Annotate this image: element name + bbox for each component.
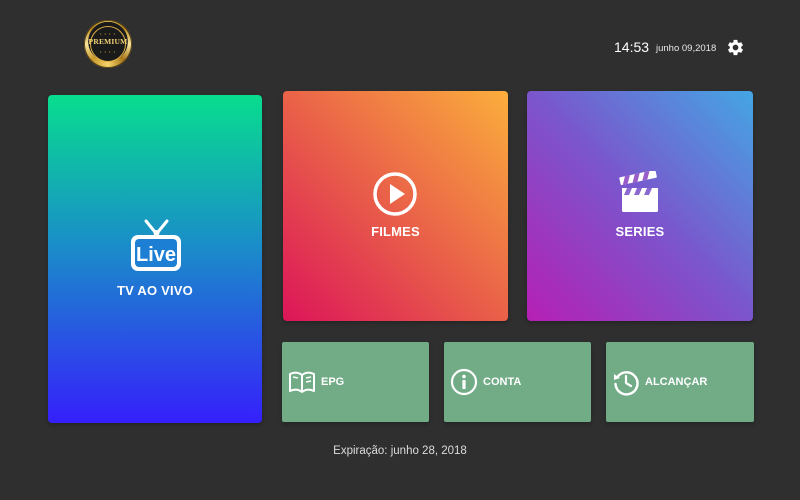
live-tv-icon: Live xyxy=(131,219,181,271)
logo-text: PREMIUM xyxy=(88,37,128,46)
clock-time: 14:53 xyxy=(614,39,650,55)
history-icon xyxy=(614,371,639,396)
expiration-label: Expiração: xyxy=(333,445,388,457)
tile-series[interactable]: SERIES xyxy=(527,91,753,321)
live-badge-text: Live xyxy=(136,244,176,266)
home-screen: • • • • PREMIUM • • • • 14:53 junho 09,2… xyxy=(0,0,800,500)
tile-conta[interactable]: CONTA xyxy=(444,342,591,422)
tile-label-conta: CONTA xyxy=(483,376,522,388)
tile-label-tv-ao-vivo: TV AO VIVO xyxy=(117,283,193,298)
tile-label-alcancar: ALCANÇAR xyxy=(645,376,708,388)
tile-label-filmes: FILMES xyxy=(371,224,420,239)
clock-date: junho 09,2018 xyxy=(656,43,717,54)
play-circle-icon xyxy=(373,172,417,216)
tile-filmes[interactable]: FILMES xyxy=(283,91,508,321)
book-icon xyxy=(289,371,315,393)
tile-label-epg: EPG xyxy=(321,376,345,388)
expiration-info: Expiração: junho 28, 2018 xyxy=(0,445,800,457)
tile-alcancar[interactable]: ALCANÇAR xyxy=(606,342,754,422)
logo-dots-top: • • • • xyxy=(100,31,116,36)
premium-logo: • • • • PREMIUM • • • • xyxy=(84,20,132,68)
logo-dots-bottom: • • • • xyxy=(100,49,116,54)
tile-tv-ao-vivo[interactable]: Live TV AO VIVO xyxy=(48,95,262,423)
tile-label-series: SERIES xyxy=(615,224,665,239)
expiration-date: junho 28, 2018 xyxy=(390,445,467,457)
tile-epg[interactable]: EPG xyxy=(282,342,429,422)
info-icon xyxy=(450,368,478,396)
clapperboard-icon xyxy=(619,171,658,212)
gear-icon[interactable] xyxy=(726,38,745,57)
